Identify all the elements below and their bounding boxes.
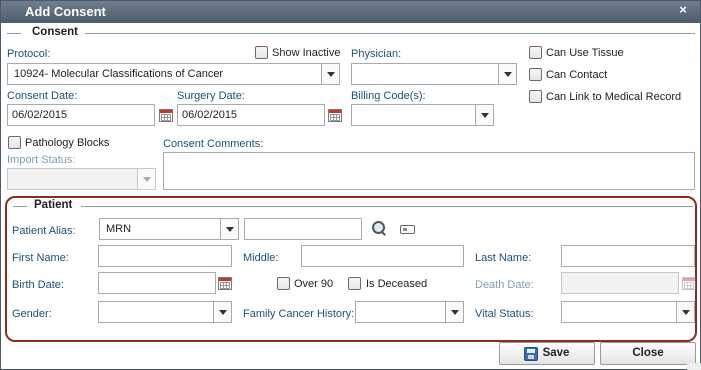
birth-date-calendar-icon[interactable] [218,277,232,290]
consent-section-label: Consent [28,26,82,38]
is-deceased-checkbox[interactable] [348,277,361,290]
can-link-medical-record-label: Can Link to Medical Record [546,91,682,103]
surgery-date-input[interactable] [177,104,325,126]
dialog-title: Add Consent [25,4,106,19]
consent-comments-label: Consent Comments: [163,138,264,150]
close-icon[interactable]: × [676,3,690,17]
id-card-icon[interactable] [400,225,415,234]
billing-codes-label: Billing Code(s): [351,90,426,102]
magnifier-icon[interactable] [371,220,387,236]
patient-alias-type-select[interactable]: MRN [99,218,239,240]
vital-status-select[interactable] [561,301,695,323]
close-button[interactable]: Close [600,342,696,365]
pathology-blocks-checkbox[interactable] [8,136,21,149]
gender-label: Gender: [12,308,52,320]
patient-alias-label: Patient Alias: [12,225,76,237]
first-name-input[interactable] [98,245,232,267]
birth-date-label: Birth Date: [12,279,64,291]
protocol-select[interactable]: 10924- Molecular Classifications of Canc… [7,63,340,85]
chevron-down-icon [137,169,155,189]
patient-divider-left [13,206,27,207]
chevron-down-icon [475,105,493,125]
vital-status-label: Vital Status: [475,308,534,320]
consent-divider-left [7,33,21,34]
protocol-label: Protocol: [7,48,51,60]
consent-date-calendar-icon[interactable] [159,109,173,122]
death-date-calendar-icon [682,277,696,290]
surgery-date-calendar-icon[interactable] [328,109,342,122]
can-use-tissue-checkbox[interactable] [529,46,542,59]
chevron-down-icon [445,302,463,322]
physician-label: Physician: [351,48,402,60]
resize-grip[interactable] [687,363,701,370]
can-link-medical-record-checkbox[interactable] [529,90,542,103]
gender-select[interactable] [98,301,232,323]
patient-divider [81,206,693,207]
middle-label: Middle: [243,252,279,264]
save-button[interactable]: Save [499,342,595,365]
floppy-disk-icon [524,347,538,361]
last-name-label: Last Name: [475,252,532,264]
can-use-tissue-label: Can Use Tissue [546,47,624,59]
dialog-titlebar: Add Consent × [1,1,700,23]
can-contact-label: Can Contact [546,69,608,81]
patient-section-label: Patient [30,199,77,211]
middle-name-input[interactable] [301,245,464,267]
chevron-down-icon [676,302,694,322]
physician-select[interactable] [351,63,517,85]
over-90-checkbox[interactable] [277,277,290,290]
family-cancer-history-select[interactable] [355,301,464,323]
save-button-label: Save [542,347,570,359]
last-name-input[interactable] [561,245,695,267]
patient-alias-input[interactable] [244,218,362,240]
add-consent-dialog: Add Consent × Consent Protocol: Show Ina… [0,0,701,370]
consent-date-input[interactable] [7,104,155,126]
surgery-date-label: Surgery Date: [177,90,245,102]
billing-codes-select[interactable] [351,104,494,126]
consent-divider [85,33,695,34]
can-contact-checkbox[interactable] [529,68,542,81]
close-button-label: Close [632,347,664,359]
death-date-label: Death Date: [475,279,534,291]
chevron-down-icon [498,64,516,84]
chevron-down-icon [213,302,231,322]
patient-alias-type-value: MRN [106,223,132,235]
death-date-input [561,272,679,294]
chevron-down-icon [220,219,238,239]
consent-date-label: Consent Date: [7,90,78,102]
chevron-down-icon [321,64,339,84]
birth-date-input[interactable] [98,272,216,294]
over-90-label: Over 90 [294,278,334,290]
show-inactive-label: Show Inactive [272,47,341,59]
show-inactive-checkbox[interactable] [255,46,268,59]
pathology-blocks-label: Pathology Blocks [25,137,110,149]
protocol-value: 10924- Molecular Classifications of Canc… [14,68,224,80]
import-status-select [7,168,156,190]
family-cancer-history-label: Family Cancer History: [243,308,355,320]
import-status-label: Import Status: [7,154,76,166]
first-name-label: First Name: [12,252,69,264]
is-deceased-label: Is Deceased [366,278,428,290]
consent-comments-textarea[interactable] [163,152,695,190]
